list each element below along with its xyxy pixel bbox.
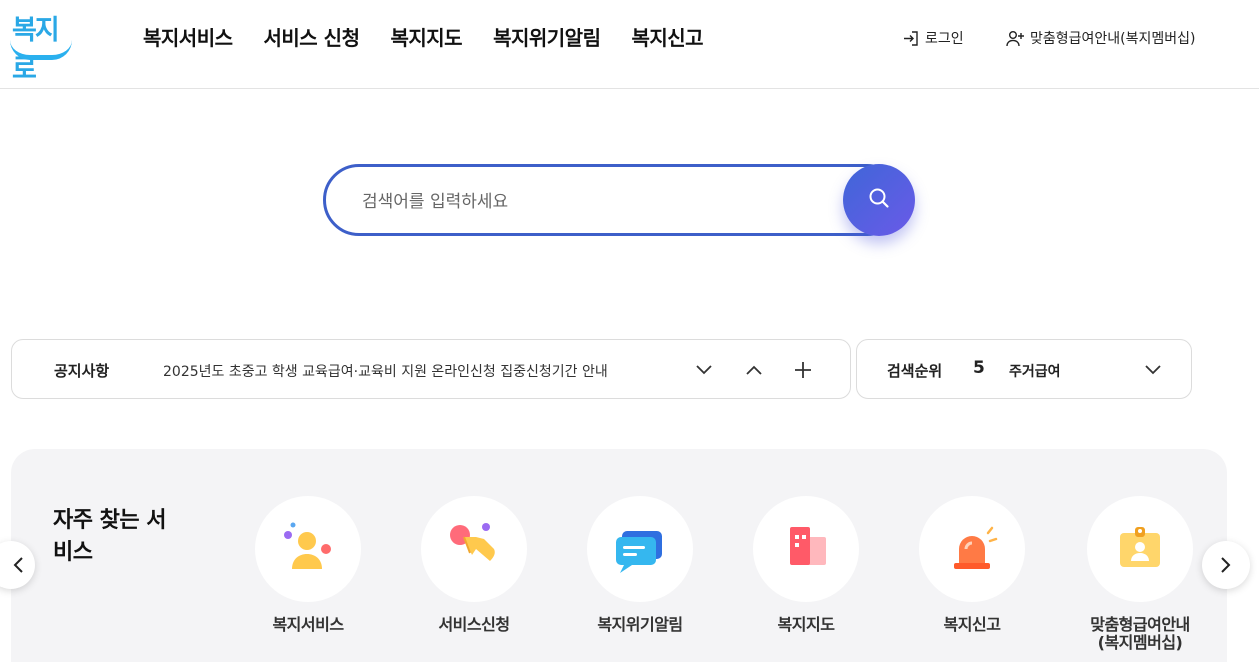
notice-text[interactable]: 2025년도 초중고 학생 교육급여·교육비 지원 온라인신청 집중신청기간 안… [163, 361, 608, 381]
service-icon-circle [753, 496, 859, 602]
notice-more-button[interactable] [791, 358, 815, 382]
chevron-up-icon [746, 365, 762, 375]
id-card-icon [1120, 527, 1160, 567]
service-apply[interactable]: 서비스신청 [391, 496, 557, 634]
user-add-icon [1006, 30, 1025, 47]
service-icon-circle [919, 496, 1025, 602]
nav-welfare-service[interactable]: 복지서비스 [143, 22, 233, 51]
nav-service-apply[interactable]: 서비스 신청 [264, 22, 360, 51]
carousel-next-button[interactable] [1202, 541, 1250, 589]
siren-icon [954, 526, 998, 569]
service-label: 맞춤형급여안내 (복지멤버십) [1090, 615, 1190, 652]
nav-crisis-alert[interactable]: 복지위기알림 [493, 22, 601, 51]
frequent-services-title: 자주 찾는 서비스 [53, 508, 167, 565]
search-icon [867, 186, 891, 214]
service-label: 복지위기알림 [597, 615, 683, 634]
search-button[interactable] [843, 164, 915, 236]
chevron-left-icon [13, 557, 23, 573]
site-logo[interactable]: 복지로 [8, 6, 74, 85]
membership-label: 맞춤형급여안내(복지멤버십) [1030, 31, 1196, 47]
service-icon-circle [1087, 496, 1193, 602]
notice-prev-button[interactable] [742, 358, 766, 382]
service-membership[interactable]: 맞춤형급여안내 (복지멤버십) [1057, 496, 1223, 652]
plus-icon [795, 362, 811, 378]
chevron-down-icon [696, 365, 712, 375]
ranking-number: 5 [973, 358, 985, 378]
frequent-services-panel: 자주 찾는 서비스 복지서비스 서비스신청 복지위기알림 복지지도 복지신고 맞… [11, 449, 1227, 662]
login-label: 로그인 [925, 31, 964, 47]
service-welfare-map[interactable]: 복지지도 [723, 496, 889, 634]
nav-welfare-report[interactable]: 복지신고 [631, 22, 703, 51]
membership-link[interactable]: 맞춤형급여안내(복지멤버십) [1006, 28, 1195, 48]
notice-label: 공지사항 [54, 362, 110, 380]
notice-next-button[interactable] [692, 358, 716, 382]
service-label: 서비스신청 [438, 615, 510, 634]
nav-welfare-map[interactable]: 복지지도 [390, 22, 462, 51]
service-icon-circle [587, 496, 693, 602]
service-welfare-report[interactable]: 복지신고 [889, 496, 1055, 634]
service-welfare[interactable]: 복지서비스 [225, 496, 391, 634]
search-ranking: 검색순위 5 주거급여 [856, 339, 1192, 399]
notice-bar: 공지사항 2025년도 초중고 학생 교육급여·교육비 지원 온라인신청 집중신… [11, 339, 851, 399]
service-label: 복지서비스 [272, 615, 344, 634]
search-box [323, 164, 903, 236]
people-icon [284, 522, 331, 569]
ranking-label: 검색순위 [887, 362, 943, 380]
site-header: 복지로 복지서비스 서비스 신청 복지지도 복지위기알림 복지신고 로그인 맞춤… [0, 0, 1259, 89]
chevron-right-icon [1221, 557, 1231, 573]
service-label: 복지신고 [943, 615, 1001, 634]
touch-hand-icon [450, 523, 495, 561]
search-input[interactable] [362, 187, 832, 217]
login-link[interactable]: 로그인 [903, 28, 964, 48]
ranking-expand-button[interactable] [1141, 358, 1165, 382]
service-icon-circle [255, 496, 361, 602]
building-map-icon [790, 527, 826, 565]
chat-bubble-icon [616, 531, 662, 573]
service-icon-circle [421, 496, 527, 602]
login-icon [903, 30, 920, 47]
chevron-down-icon [1145, 365, 1161, 375]
main-nav: 복지서비스 서비스 신청 복지지도 복지위기알림 복지신고 [143, 22, 704, 51]
service-crisis-alert[interactable]: 복지위기알림 [557, 496, 723, 634]
service-label: 복지지도 [777, 615, 835, 634]
ranking-term[interactable]: 주거급여 [1009, 361, 1061, 381]
